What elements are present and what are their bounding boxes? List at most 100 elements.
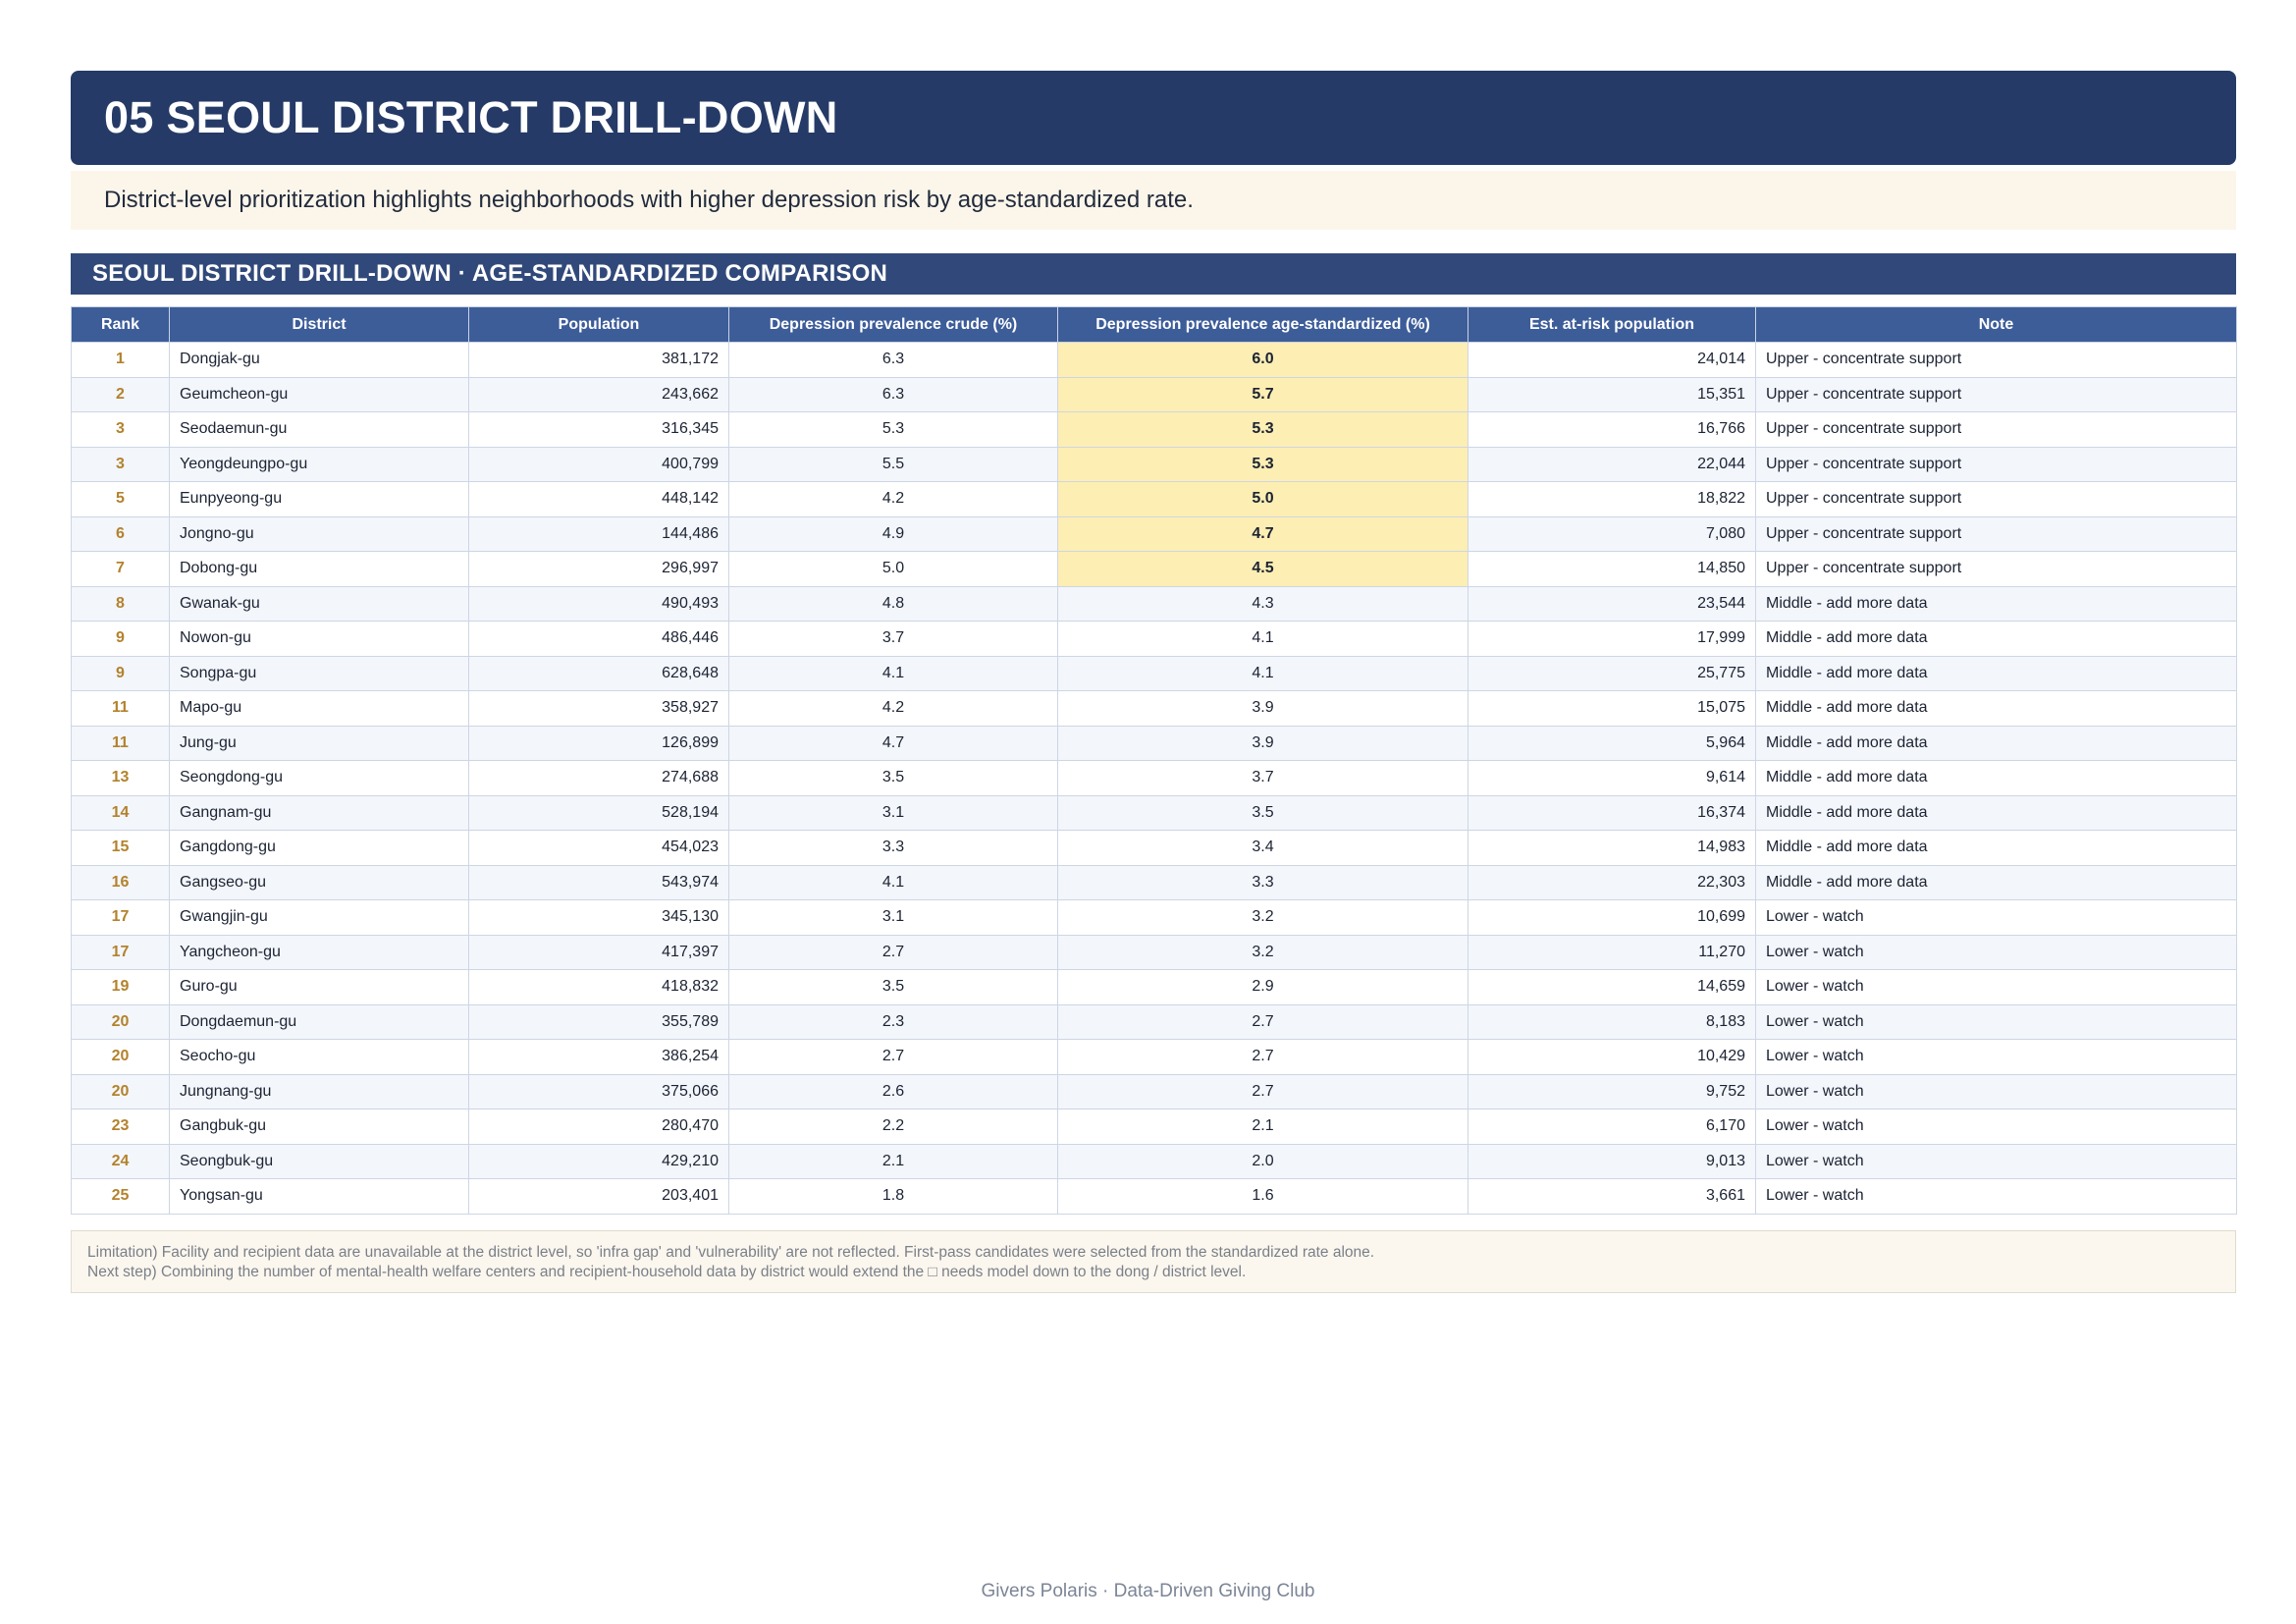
cell-rank: 5 [71,481,170,517]
cell-at-risk: 22,044 [1468,446,1756,482]
cell-rank: 17 [71,934,170,970]
cell-population: 243,662 [468,376,729,412]
cell-crude-rate: 4.8 [728,585,1058,622]
table-row: 20 Jungnang-gu 375,066 2.6 2.7 9,752 Lower - w… [71,1073,2237,1110]
cell-district: Gangdong-gu [169,830,469,866]
cell-crude-rate: 2.2 [728,1109,1058,1145]
page-footer: Givers Polaris · Data-Driven Giving Club [981,1581,1315,1601]
cell-population: 345,130 [468,899,729,936]
table-row: 1 Dongjak-gu 381,172 6.3 6.0 24,014 Upper - co… [71,342,2237,378]
cell-population: 417,397 [468,934,729,970]
cell-note: Lower - watch [1755,1143,2237,1179]
cell-age-standardized-rate: 2.7 [1057,1073,1468,1110]
table-row: 3 Seodaemun-gu 316,345 5.3 5.3 16,766 Upper - … [71,411,2237,448]
cell-age-standardized-rate: 5.7 [1057,376,1468,412]
cell-district: Nowon-gu [169,621,469,657]
cell-population: 454,023 [468,830,729,866]
cell-note: Middle - add more data [1755,794,2237,831]
cell-crude-rate: 2.1 [728,1143,1058,1179]
cell-age-standardized-rate: 4.3 [1057,585,1468,622]
cell-crude-rate: 2.6 [728,1073,1058,1110]
cell-note: Lower - watch [1755,1073,2237,1110]
table-row: 23 Gangbuk-gu 280,470 2.2 2.1 6,170 Lower - wa… [71,1109,2237,1145]
cell-at-risk: 18,822 [1468,481,1756,517]
cell-at-risk: 5,964 [1468,725,1756,761]
cell-population: 280,470 [468,1109,729,1145]
cell-population: 490,493 [468,585,729,622]
cell-district: Gwangjin-gu [169,899,469,936]
cell-rank: 9 [71,621,170,657]
cell-district: Seongdong-gu [169,760,469,796]
cell-population: 274,688 [468,760,729,796]
cell-district: Yangcheon-gu [169,934,469,970]
cell-age-standardized-rate: 4.7 [1057,515,1468,552]
cell-rank: 24 [71,1143,170,1179]
cell-crude-rate: 3.3 [728,830,1058,866]
cell-age-standardized-rate: 3.2 [1057,934,1468,970]
cell-rank: 17 [71,899,170,936]
cell-population: 543,974 [468,864,729,900]
table-row: 9 Nowon-gu 486,446 3.7 4.1 17,999 Middle - add… [71,621,2237,657]
title-banner: 05 SEOUL DISTRICT DRILL-DOWN [71,71,2236,165]
cell-district: Eunpyeong-gu [169,481,469,517]
cell-district: Dongdaemun-gu [169,1003,469,1040]
cell-at-risk: 7,080 [1468,515,1756,552]
cell-district: Seodaemun-gu [169,411,469,448]
cell-age-standardized-rate: 3.4 [1057,830,1468,866]
cell-at-risk: 9,752 [1468,1073,1756,1110]
table-row: 24 Seongbuk-gu 429,210 2.1 2.0 9,013 Lower - w… [71,1143,2237,1179]
cell-population: 429,210 [468,1143,729,1179]
cell-crude-rate: 2.3 [728,1003,1058,1040]
cell-note: Middle - add more data [1755,585,2237,622]
cell-note: Upper - concentrate support [1755,481,2237,517]
page-subtitle: District-level prioritization highlights… [71,171,2236,230]
cell-at-risk: 9,614 [1468,760,1756,796]
cell-district: Gangbuk-gu [169,1109,469,1145]
cell-at-risk: 14,850 [1468,551,1756,587]
page: 05 SEOUL DISTRICT DRILL-DOWN District-le… [71,71,2237,1293]
table-row: 6 Jongno-gu 144,486 4.9 4.7 7,080 Upper - conc… [71,515,2237,552]
cell-age-standardized-rate: 6.0 [1057,342,1468,378]
cell-district: Yeongdeungpo-gu [169,446,469,482]
cell-at-risk: 25,775 [1468,655,1756,691]
cell-population: 400,799 [468,446,729,482]
cell-district: Songpa-gu [169,655,469,691]
cell-age-standardized-rate: 3.3 [1057,864,1468,900]
cell-rank: 25 [71,1178,170,1215]
cell-age-standardized-rate: 3.7 [1057,760,1468,796]
cell-population: 375,066 [468,1073,729,1110]
cell-note: Upper - concentrate support [1755,446,2237,482]
table-row: 11 Jung-gu 126,899 4.7 3.9 5,964 Middle - add … [71,725,2237,761]
cell-district: Seocho-gu [169,1039,469,1075]
cell-district: Gwanak-gu [169,585,469,622]
cell-note: Upper - concentrate support [1755,342,2237,378]
cell-rank: 20 [71,1073,170,1110]
cell-district: Gangseo-gu [169,864,469,900]
cell-note: Upper - concentrate support [1755,515,2237,552]
cell-age-standardized-rate: 5.3 [1057,446,1468,482]
cell-note: Middle - add more data [1755,725,2237,761]
cell-district: Gangnam-gu [169,794,469,831]
table-row: 3 Yeongdeungpo-gu 400,799 5.5 5.3 22,044 Upper… [71,446,2237,482]
cell-note: Middle - add more data [1755,864,2237,900]
cell-population: 358,927 [468,690,729,727]
cell-note: Middle - add more data [1755,830,2237,866]
cell-at-risk: 11,270 [1468,934,1756,970]
footnote-limitation: Limitation) Facility and recipient data … [87,1243,1375,1261]
cell-age-standardized-rate: 3.9 [1057,725,1468,761]
cell-population: 628,648 [468,655,729,691]
cell-at-risk: 3,661 [1468,1178,1756,1215]
cell-crude-rate: 2.7 [728,1039,1058,1075]
cell-crude-rate: 3.7 [728,621,1058,657]
section-title: SEOUL DISTRICT DRILL-DOWN · AGE-STANDARD… [92,260,888,287]
cell-note: Lower - watch [1755,934,2237,970]
column-header-district: District [169,306,469,343]
cell-population: 486,446 [468,621,729,657]
column-header-at-risk: Est. at-risk population [1468,306,1756,343]
cell-district: Dongjak-gu [169,342,469,378]
cell-crude-rate: 6.3 [728,376,1058,412]
cell-crude-rate: 5.0 [728,551,1058,587]
cell-crude-rate: 3.1 [728,794,1058,831]
cell-crude-rate: 4.1 [728,655,1058,691]
cell-population: 528,194 [468,794,729,831]
